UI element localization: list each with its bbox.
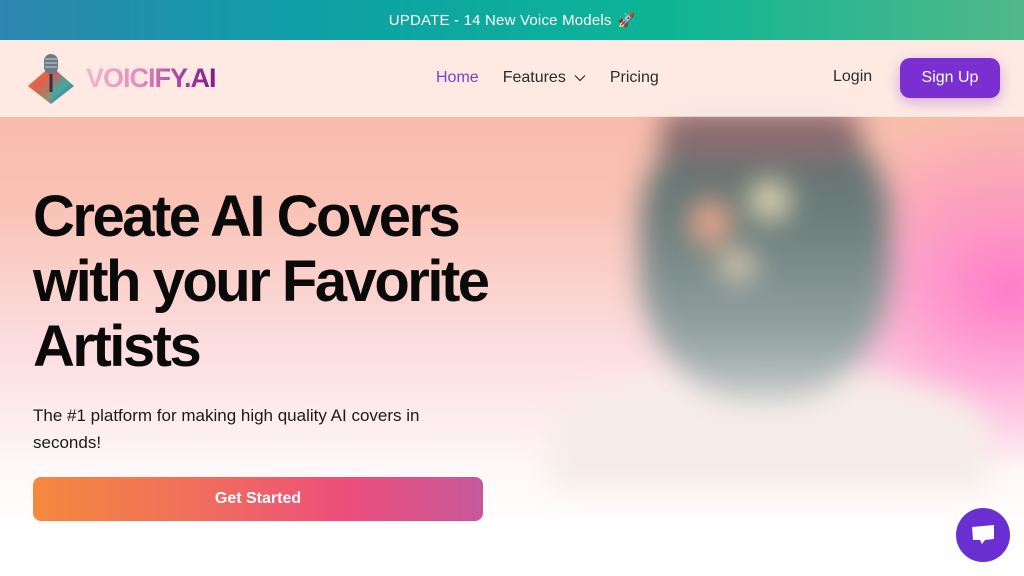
hero-artist-image	[550, 110, 990, 490]
microphone-diamond-logo-icon	[26, 52, 76, 104]
brand-name: VOICIFY.AI	[86, 62, 217, 93]
main-nav: Home Features Pricing	[436, 40, 683, 116]
chat-launcher-button[interactable]	[956, 508, 1010, 562]
nav-pricing[interactable]: Pricing	[610, 69, 659, 87]
nav-features-label: Features	[502, 69, 566, 86]
hero-subtext: The #1 platform for making high quality …	[33, 406, 420, 452]
login-link[interactable]: Login	[833, 68, 872, 86]
chat-bubble-icon	[972, 525, 994, 544]
announcement-banner[interactable]: UPDATE - 14 New Voice Models 🚀	[0, 0, 1024, 40]
banner-text: UPDATE - 14 New Voice Models	[388, 11, 612, 29]
nav-features[interactable]: Features	[503, 69, 586, 87]
rocket-icon: 🚀	[617, 11, 636, 28]
top-navbar: VOICIFY.AI Home Features Pricing Login S…	[0, 40, 1024, 116]
logo-link[interactable]: VOICIFY.AI	[26, 52, 217, 104]
get-started-button[interactable]: Get Started	[33, 477, 483, 521]
nav-home[interactable]: Home	[436, 69, 479, 87]
signup-button[interactable]: Sign Up	[900, 58, 1000, 98]
chevron-down-icon	[574, 75, 586, 82]
hero-headline: Create AI Covers with your Favorite Arti…	[33, 184, 490, 379]
